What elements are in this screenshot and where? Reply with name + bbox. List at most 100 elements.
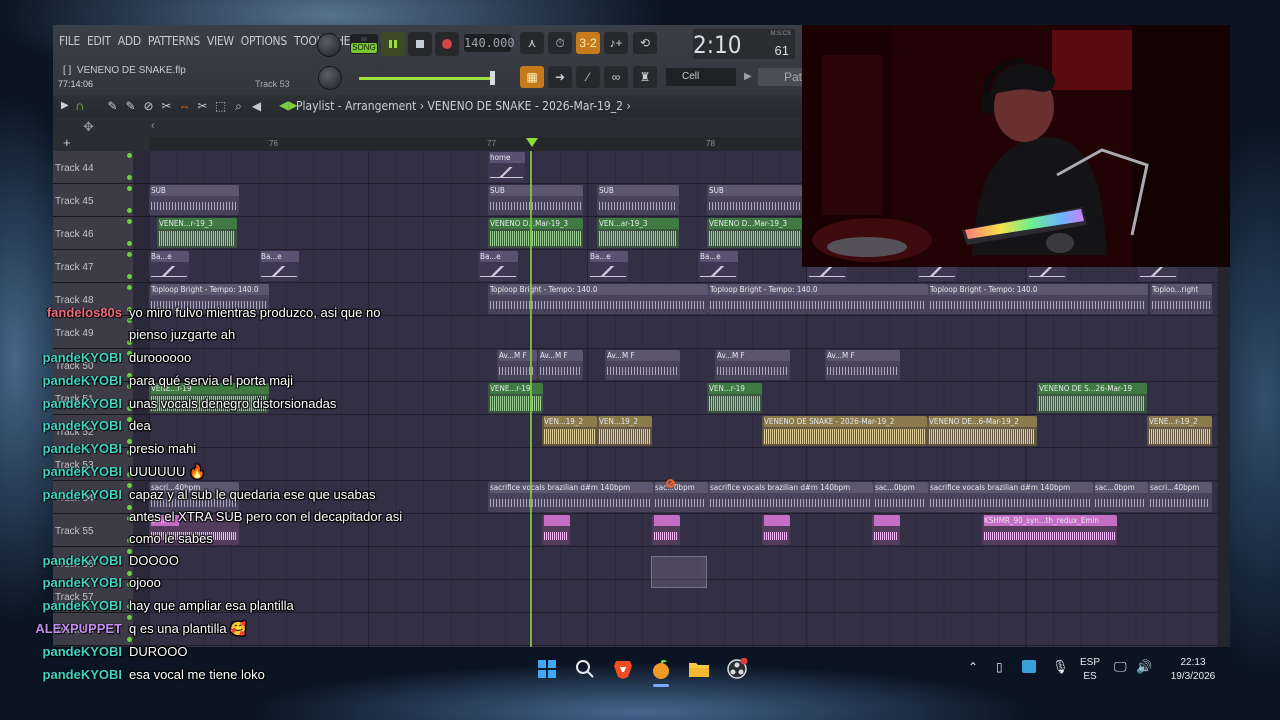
countdown-button[interactable]: 3·2 bbox=[576, 32, 600, 54]
record-button[interactable] bbox=[435, 32, 459, 56]
usb-icon[interactable]: ▯ bbox=[996, 660, 1003, 674]
audio-clip[interactable]: SUB bbox=[597, 185, 679, 215]
audio-clip[interactable]: SUB bbox=[707, 185, 802, 215]
menu-edit[interactable]: EDIT bbox=[87, 34, 111, 48]
app-tray-icon[interactable] bbox=[1022, 660, 1036, 673]
audio-clip[interactable]: VENENO DE...6-Mar-19_2 bbox=[927, 416, 1037, 446]
microphone-icon[interactable]: 🎙 bbox=[1052, 659, 1069, 675]
audio-clip[interactable]: Toploop Bright - Tempo: 140.0 bbox=[488, 284, 708, 314]
audio-clip[interactable]: VENENO D...Mar-19_3 bbox=[707, 218, 802, 248]
slip-tool-icon[interactable]: ⇔ bbox=[177, 99, 192, 113]
audio-clip[interactable]: sacri...40bpm bbox=[1148, 482, 1212, 512]
channel-rack-button[interactable]: ⁄ bbox=[576, 66, 600, 88]
step-edit-button[interactable]: ♪+ bbox=[604, 32, 628, 54]
tempo-display[interactable]: 140.000 bbox=[464, 34, 515, 52]
audio-clip[interactable]: VENEN...r-19_3 bbox=[157, 218, 237, 248]
stamp-button[interactable]: ♜ bbox=[633, 66, 657, 88]
audio-clip[interactable] bbox=[542, 515, 570, 545]
master-knob[interactable] bbox=[317, 33, 341, 57]
audio-clip[interactable]: VEN...19_2 bbox=[597, 416, 652, 446]
audio-clip[interactable]: Toploo...right bbox=[1150, 284, 1212, 314]
playhead-marker[interactable] bbox=[526, 138, 538, 147]
master-volume-handle[interactable] bbox=[490, 71, 495, 85]
playlist-button[interactable]: ▦ bbox=[520, 66, 544, 88]
audio-clip[interactable]: sacrifice vocals brazilian d#m 140bpm bbox=[488, 482, 653, 512]
magnet-icon[interactable]: ∩ bbox=[75, 98, 84, 113]
tray-chevron-up-icon[interactable]: ⌃ bbox=[968, 660, 978, 674]
audio-clip[interactable]: VENE...r-19 bbox=[149, 383, 269, 413]
audio-clip[interactable]: sacrifice vocals brazilian d#m 140bpm bbox=[928, 482, 1093, 512]
menu-view[interactable]: VIEW bbox=[207, 34, 234, 48]
audio-clip[interactable]: Toploop Bright - Tempo: 140.0 bbox=[149, 284, 269, 314]
move-icon[interactable]: ✥ bbox=[83, 119, 94, 135]
master-volume-slider[interactable] bbox=[359, 77, 494, 80]
nav-arrows-icon[interactable]: ◀▶ bbox=[279, 98, 297, 112]
audio-clip[interactable]: VENE...r-19 bbox=[488, 383, 543, 413]
stop-button[interactable] bbox=[408, 32, 432, 56]
audio-clip[interactable]: Av...M F bbox=[825, 350, 900, 380]
clock-time[interactable]: 22:13 bbox=[1160, 657, 1226, 668]
audio-clip[interactable]: VENE...r-19_2 bbox=[1147, 416, 1212, 446]
zoom-tool-icon[interactable]: ⌕ bbox=[231, 99, 246, 113]
menu-patterns[interactable]: PATTERNS bbox=[148, 34, 200, 48]
volume-icon[interactable]: 🔊 bbox=[1136, 659, 1152, 675]
select-tool-icon[interactable]: ⬚ bbox=[213, 99, 228, 113]
language-top[interactable]: ESP bbox=[1078, 657, 1102, 668]
audio-clip[interactable]: Toploop Bright - Tempo: 140.0 bbox=[708, 284, 928, 314]
wait-input-button[interactable]: ⏱ bbox=[548, 32, 572, 54]
paint-tool-icon[interactable]: ✎ bbox=[123, 99, 138, 113]
audio-clip[interactable]: Av...M F bbox=[538, 350, 583, 380]
audio-clip[interactable]: VEN...19_2 bbox=[542, 416, 597, 446]
pencil-tool-icon[interactable]: ✎ bbox=[105, 99, 120, 113]
pause-button[interactable] bbox=[381, 32, 405, 56]
network-icon[interactable]: 🖵 bbox=[1114, 659, 1127, 675]
audio-clip[interactable]: home bbox=[488, 152, 525, 182]
loop-record-button[interactable]: ⟲ bbox=[633, 32, 657, 54]
playback-tool-icon[interactable]: ◀ bbox=[249, 99, 264, 113]
menu-add[interactable]: ADD bbox=[118, 34, 141, 48]
audio-clip[interactable]: sacri...40bpm bbox=[149, 482, 239, 512]
mute-tool-icon[interactable]: ✂ bbox=[159, 99, 174, 113]
clock-date[interactable]: 19/3/2026 bbox=[1160, 671, 1226, 682]
audio-clip[interactable]: KSHMR_90_syn...th_redux_Emin bbox=[982, 515, 1117, 545]
windows-start-icon[interactable] bbox=[534, 656, 560, 682]
search-icon[interactable] bbox=[572, 656, 598, 682]
audio-clip[interactable]: Ba...e bbox=[698, 251, 738, 281]
menu-file[interactable]: FILE bbox=[59, 34, 80, 48]
metronome-button[interactable]: ⋏ bbox=[520, 32, 544, 54]
piano-roll-button[interactable]: ➜ bbox=[548, 66, 572, 88]
brave-browser-icon[interactable] bbox=[610, 656, 636, 682]
audio-clip[interactable]: VENENO DE SNAKE - 2026-Mar-19_2 bbox=[762, 416, 927, 446]
audio-clip[interactable]: Ba...e bbox=[478, 251, 518, 281]
time-display[interactable]: 2:10 M:S:CS 61 bbox=[693, 29, 795, 59]
audio-clip[interactable] bbox=[762, 515, 790, 545]
language-bottom[interactable]: ES bbox=[1078, 671, 1102, 682]
audio-clip[interactable]: VENENO DE S...26-Mar-19 bbox=[1037, 383, 1147, 413]
master-pitch-knob[interactable] bbox=[318, 66, 342, 90]
file-explorer-icon[interactable] bbox=[686, 656, 712, 682]
audio-clip[interactable]: VEN...ar-19_3 bbox=[597, 218, 679, 248]
add-track-icon[interactable]: + bbox=[63, 135, 71, 150]
audio-clip[interactable]: SUB bbox=[149, 185, 239, 215]
obs-icon[interactable] bbox=[724, 656, 750, 682]
audio-clip[interactable]: Emin bbox=[149, 515, 239, 545]
snap-selector[interactable]: Cell bbox=[666, 68, 736, 86]
audio-clip[interactable] bbox=[652, 515, 680, 545]
scroll-left-icon[interactable]: ‹ bbox=[151, 120, 155, 132]
fl-studio-icon[interactable] bbox=[648, 656, 674, 687]
delete-tool-icon[interactable]: ⊘ bbox=[141, 99, 156, 113]
audio-clip[interactable]: SUB bbox=[488, 185, 583, 215]
audio-clip[interactable]: VENENO D...Mar-19_3 bbox=[488, 218, 583, 248]
audio-clip[interactable] bbox=[872, 515, 900, 545]
playlist-menu-arrow-icon[interactable]: ▶ bbox=[61, 100, 69, 111]
audio-clip[interactable]: sac...0bpm bbox=[653, 482, 708, 512]
audio-clip[interactable]: Ba...e bbox=[259, 251, 299, 281]
audio-clip[interactable]: sac...0bpm bbox=[1093, 482, 1148, 512]
link-button[interactable]: ∞ bbox=[604, 66, 628, 88]
menu-options[interactable]: OPTIONS bbox=[241, 34, 287, 48]
audio-clip[interactable]: Ba...e bbox=[588, 251, 628, 281]
audio-clip[interactable]: Ba...e bbox=[149, 251, 189, 281]
slice-tool-icon[interactable]: ✂ bbox=[195, 99, 210, 113]
audio-clip[interactable]: Toploop Bright - Tempo: 140.0 bbox=[928, 284, 1148, 314]
audio-clip[interactable]: Av...M F bbox=[605, 350, 680, 380]
